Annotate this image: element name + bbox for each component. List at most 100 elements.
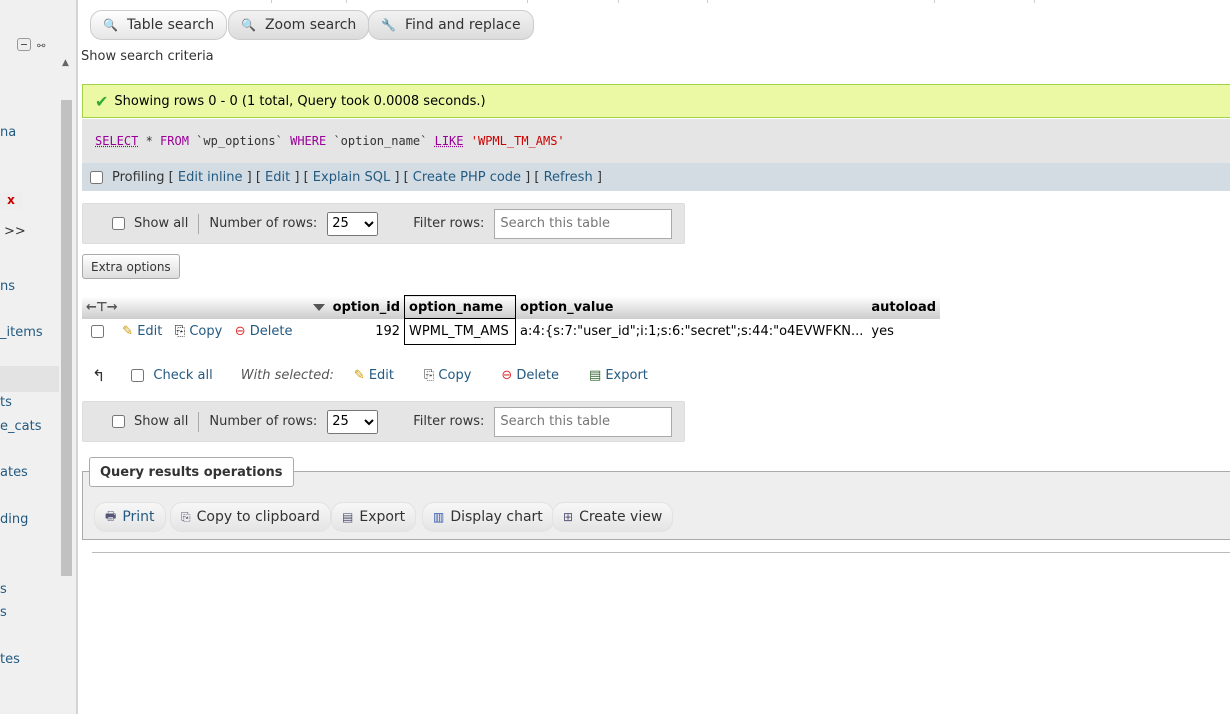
check-all-checkbox[interactable] [131, 368, 145, 382]
table-search-tab[interactable]: 🔍 Table search [90, 10, 228, 40]
edit-query-link[interactable]: Edit [265, 170, 290, 185]
sidebar-item[interactable]: tes [0, 652, 20, 667]
table-navigation-top: Show all Number of rows: 25 Filter rows:… [82, 203, 685, 244]
filter-rows-label: Filter rows: [413, 414, 485, 429]
show-all-label: Show all [134, 414, 189, 429]
rows-count-select[interactable]: 25 [327, 409, 379, 434]
column-header-option-value[interactable]: option_value [515, 295, 868, 319]
bulk-copy-link[interactable]: Copy [438, 368, 471, 383]
filter-rows-input[interactable]: Search this table [494, 208, 673, 239]
column-header-option-name[interactable]: option_name [404, 295, 517, 319]
bar-chart-icon: ▥ [433, 510, 445, 524]
bulk-delete-link[interactable]: Delete [516, 368, 559, 383]
sidebar-item[interactable]: ns [0, 279, 15, 294]
bulk-export-link[interactable]: Export [605, 368, 648, 383]
table-navigation-bottom: Show all Number of rows: 25 Filter rows:… [82, 401, 685, 442]
profiling-label: Profiling [112, 169, 165, 185]
sidebar-item[interactable]: ts [0, 395, 12, 410]
sql-from-keyword: FROM [160, 134, 189, 148]
rows-count-label: Number of rows: [209, 216, 318, 231]
divider [198, 213, 200, 234]
navigation-panel: ⚯ na x >> ns _items ts e_cats ates ding … [0, 0, 76, 714]
export-button[interactable]: ▤ Export [331, 502, 417, 532]
copy-to-clipboard-button[interactable]: ⎘ Copy to clipboard [170, 502, 331, 532]
sidebar-item[interactable]: ates [0, 465, 28, 480]
check-all-link[interactable]: Check all [153, 368, 212, 383]
create-php-code-link[interactable]: Create PHP code [413, 170, 521, 185]
cell-autoload[interactable]: yes [867, 319, 940, 345]
sort-dropdown-icon[interactable] [312, 303, 325, 311]
sql-select-keyword[interactable]: SELECT [95, 134, 138, 148]
divider [92, 552, 1230, 553]
delete-icon: ⊖ [501, 367, 513, 383]
table-row: ✎ Edit ⎘ Copy ⊖ Delete 192 WPML_TM_AMS a… [82, 318, 940, 345]
cell-option-name[interactable]: WPML_TM_AMS [404, 318, 517, 345]
sql-star: * [138, 134, 161, 148]
export-icon: ▤ [589, 367, 602, 383]
sidebar-item[interactable]: na [0, 125, 16, 140]
filter-rows-label: Filter rows: [413, 216, 485, 231]
zoom-icon: 🔍 [241, 18, 256, 32]
cell-option-id[interactable]: 192 [329, 319, 405, 345]
results-table: ←⊤→ option_id option_name option_value a… [82, 295, 941, 345]
display-chart-button[interactable]: ▥ Display chart [422, 502, 554, 532]
rows-count-select[interactable]: 25 [327, 211, 379, 236]
sidebar-more-link[interactable]: >> [4, 224, 26, 239]
sidebar-item[interactable]: ding [0, 512, 28, 527]
explain-sql-link[interactable]: Explain SQL [313, 170, 390, 185]
column-controls-header: ←⊤→ [82, 295, 329, 319]
column-header-option-id[interactable]: option_id [328, 295, 405, 319]
refresh-link[interactable]: Refresh [544, 170, 593, 185]
copy-icon: ⎘ [174, 324, 186, 339]
copy-icon: ⎘ [181, 509, 191, 524]
row-copy-link[interactable]: Copy [189, 324, 222, 339]
row-delete-link[interactable]: Delete [250, 324, 293, 339]
cell-option-value[interactable]: a:4:{s:7:"user_id";i:1;s:6:"secret";s:44… [516, 319, 868, 345]
show-all-label: Show all [134, 216, 189, 231]
edit-inline-link[interactable]: Edit inline [178, 170, 243, 185]
query-results-operations-title: Query results operations [89, 457, 294, 487]
search-icon: 🔍 [103, 18, 118, 32]
find-replace-tab[interactable]: 🔧 Find and replace [368, 10, 534, 40]
link-with-main-icon[interactable]: ⚯ [37, 41, 45, 52]
check-icon: ✔ [95, 91, 109, 111]
profiling-checkbox[interactable] [90, 170, 103, 184]
divider [198, 411, 200, 432]
display-chart-label: Display chart [450, 509, 543, 525]
show-all-checkbox[interactable] [112, 415, 125, 428]
sidebar-scrollbar[interactable]: ▲ [59, 56, 74, 714]
show-search-criteria-link[interactable]: Show search criteria [81, 49, 214, 64]
column-arrows-icon[interactable]: ←⊤→ [86, 300, 118, 315]
sidebar-item[interactable]: e_cats [0, 419, 41, 434]
scroll-up-icon[interactable]: ▲ [62, 58, 69, 68]
zoom-search-tab[interactable]: 🔍 Zoom search [228, 10, 370, 40]
filter-rows-input[interactable]: Search this table [494, 406, 673, 437]
success-message: ✔ Showing rows 0 - 0 (1 total, Query too… [82, 84, 1230, 118]
row-actions: ✎ Edit ⎘ Copy ⊖ Delete [82, 319, 329, 345]
rows-count-label: Number of rows: [209, 414, 318, 429]
create-view-icon: ⊞ [563, 510, 574, 524]
sidebar-item[interactable]: s [0, 605, 7, 620]
copy-to-clipboard-label: Copy to clipboard [196, 509, 320, 525]
collapse-all-icon[interactable] [17, 38, 31, 51]
scrollbar-thumb[interactable] [61, 100, 72, 576]
create-view-button[interactable]: ⊞ Create view [552, 502, 674, 532]
sidebar-item[interactable]: _items [0, 325, 43, 340]
sql-like-keyword[interactable]: LIKE [435, 134, 464, 148]
bulk-actions-bar: ↰ Check all With selected: ✎ Edit ⎘ Copy… [92, 362, 648, 388]
print-label: Print [122, 509, 155, 525]
row-checkbox[interactable] [91, 325, 104, 338]
extra-options-button[interactable]: Extra options [82, 254, 180, 279]
bulk-edit-link[interactable]: Edit [369, 368, 394, 383]
show-all-checkbox[interactable] [112, 217, 125, 230]
clear-filter-button[interactable]: x [0, 192, 22, 209]
delete-icon: ⊖ [234, 324, 246, 339]
print-button[interactable]: 🖶 Print [94, 502, 166, 532]
profiling-bar: Profiling [ Edit inline ] [ Edit ] [ Exp… [82, 163, 1230, 191]
copy-icon: ⎘ [424, 367, 435, 383]
column-header-autoload[interactable]: autoload [867, 295, 941, 319]
main-content: 🔍 Table search 🔍 Zoom search 🔧 Find and … [78, 0, 1230, 714]
sql-column: `option_name` [326, 134, 435, 148]
row-edit-link[interactable]: Edit [137, 324, 162, 339]
sidebar-item[interactable]: s [0, 582, 7, 597]
